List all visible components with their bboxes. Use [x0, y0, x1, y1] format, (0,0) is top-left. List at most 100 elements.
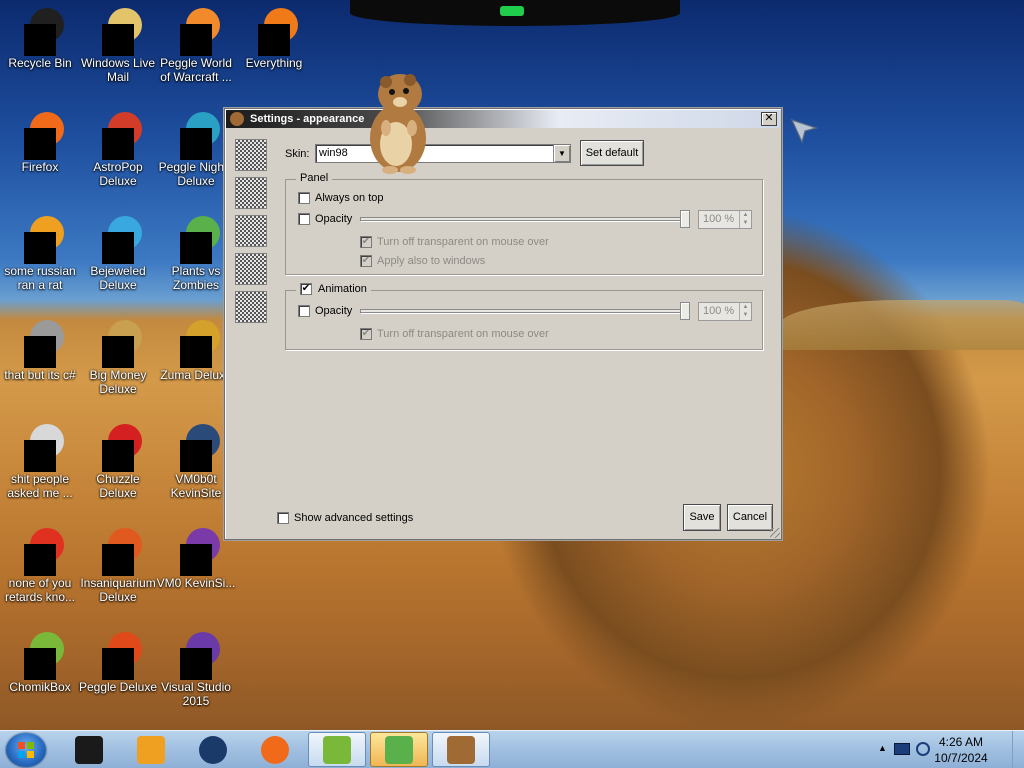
save-button[interactable]: Save: [683, 504, 721, 531]
task-chomikbox-icon: [323, 735, 351, 764]
task-terminal-icon: [75, 735, 103, 764]
nav-strip: [235, 139, 269, 329]
always-on-top-label: Always on top: [315, 192, 384, 204]
desktop-app-icon: [16, 630, 64, 680]
panel-opacity-spinbox[interactable]: 100 % ▲ ▼: [698, 210, 752, 229]
task-firefox-icon: [261, 735, 289, 764]
animation-group: ✔ Animation Opacity 100 % ▲ ▼ ✔ Turn off …: [285, 283, 763, 350]
task-globe-icon: [199, 735, 227, 764]
animation-opacity-value: 100 %: [703, 305, 735, 317]
desktop-icon[interactable]: ChomikBox: [0, 630, 80, 694]
animation-checkbox[interactable]: ✔: [300, 283, 312, 295]
desktop-icon-label: Peggle Nights Deluxe: [158, 160, 234, 188]
show-desktop-button[interactable]: [1012, 731, 1024, 768]
skin-label: Skin:: [285, 148, 310, 160]
desktop-icon[interactable]: that but its c#: [0, 318, 80, 382]
mouse-cursor-icon: [790, 118, 818, 144]
desktop-icon-label: Visual Studio 2015: [161, 680, 231, 708]
desktop-icon[interactable]: Peggle World of Warcraft ...: [156, 6, 236, 84]
desktop-icon-label: Firefox: [21, 160, 59, 174]
window-title: Settings - appearance: [250, 113, 365, 125]
start-button[interactable]: [6, 733, 46, 767]
animation-opacity-spinbox[interactable]: 100 % ▲ ▼: [698, 302, 752, 321]
nav-tile-1[interactable]: [235, 139, 267, 171]
desktop-icon[interactable]: Bejeweled Deluxe: [78, 214, 158, 292]
desktop-icon[interactable]: AstroPop Deluxe: [78, 110, 158, 188]
window-titlebar[interactable]: Settings - appearance ✕: [226, 110, 780, 128]
desktop-app-icon: [94, 214, 142, 264]
nav-tile-2[interactable]: [235, 177, 267, 209]
panel-group: Panel Always on top Opacity 100 % ▲ ▼ ✔ T…: [285, 172, 763, 275]
desktop-app-icon: [172, 422, 220, 472]
desktop-icon[interactable]: Windows Live Mail: [78, 6, 158, 84]
animation-opacity-checkbox[interactable]: [298, 305, 310, 317]
task-globe[interactable]: [184, 732, 242, 767]
desktop-icon[interactable]: Insaniquarium Deluxe: [78, 526, 158, 604]
cancel-button[interactable]: Cancel: [727, 504, 773, 531]
skin-select[interactable]: win98 ▼: [315, 144, 571, 163]
animation-opacity-slider-track[interactable]: [360, 309, 688, 313]
panel-turn-off-checkbox[interactable]: ✔: [360, 236, 372, 248]
desktop-app-icon: [250, 6, 298, 56]
task-settings-icon: [385, 735, 413, 764]
nav-tile-5[interactable]: [235, 291, 267, 323]
desktop-icon-label: Big Money Deluxe: [89, 368, 147, 396]
clock-date[interactable]: 10/7/2024: [926, 751, 996, 765]
desktop-icon[interactable]: none of you retards kno...: [0, 526, 80, 604]
tray-expand-icon[interactable]: ▲: [878, 743, 887, 753]
spin-arrows-icon[interactable]: ▲ ▼: [739, 303, 751, 320]
task-media-player[interactable]: [122, 732, 180, 767]
show-advanced-checkbox[interactable]: [277, 512, 289, 524]
desktop-icon[interactable]: some russian ran a rat: [0, 214, 80, 292]
desktop-icon-label: Zuma Deluxe: [160, 368, 232, 382]
desktop-icon[interactable]: Big Money Deluxe: [78, 318, 158, 396]
task-hamster-icon: [447, 735, 475, 764]
desktop-icon[interactable]: shit people asked me ...: [0, 422, 80, 500]
desktop-icon[interactable]: Recycle Bin: [0, 6, 80, 70]
settings-window: Settings - appearance ✕ Skin: win98 ▼ Se…: [224, 108, 782, 540]
desktop-icon-label: Peggle World of Warcraft ...: [160, 56, 232, 84]
desktop-app-icon: [94, 526, 142, 576]
panel-opacity-slider-thumb[interactable]: [680, 210, 690, 228]
close-button[interactable]: ✕: [761, 112, 777, 126]
task-hamster[interactable]: [432, 732, 490, 767]
desktop-icon[interactable]: Everything: [234, 6, 314, 70]
hamster-mascot-icon[interactable]: [360, 72, 440, 176]
apply-windows-label: Apply also to windows: [377, 255, 486, 267]
animation-turn-off-label: Turn off transparent on mouse over: [377, 328, 549, 340]
desktop-icon[interactable]: Visual Studio 2015: [156, 630, 236, 708]
desktop-app-icon: [172, 110, 220, 160]
desktop-icon[interactable]: Chuzzle Deluxe: [78, 422, 158, 500]
resize-grip-icon[interactable]: [770, 528, 780, 538]
clock-time[interactable]: 4:26 AM: [926, 735, 996, 749]
desktop-app-icon: [16, 214, 64, 264]
panel-opacity-checkbox[interactable]: [298, 213, 310, 225]
nav-tile-3[interactable]: [235, 215, 267, 247]
task-settings[interactable]: [370, 732, 428, 767]
panel-group-legend: Panel: [296, 172, 333, 184]
task-firefox[interactable]: [246, 732, 304, 767]
animation-opacity-slider-thumb[interactable]: [680, 302, 690, 320]
nav-tile-4[interactable]: [235, 253, 267, 285]
spin-arrows-icon[interactable]: ▲ ▼: [739, 211, 751, 228]
chevron-down-icon[interactable]: ▼: [553, 145, 570, 162]
desktop-icon-label: some russian ran a rat: [4, 264, 76, 292]
always-on-top-checkbox[interactable]: [298, 192, 310, 204]
task-terminal[interactable]: [60, 732, 118, 767]
desktop-app-icon: [94, 110, 142, 160]
apply-windows-checkbox[interactable]: ✔: [360, 255, 372, 267]
desktop-app-icon: [16, 6, 64, 56]
panel-opacity-slider-track[interactable]: [360, 217, 688, 221]
panel-opacity-label: Opacity: [315, 213, 353, 225]
desktop-icon[interactable]: Firefox: [0, 110, 80, 174]
animation-turn-off-checkbox[interactable]: ✔: [360, 328, 372, 340]
task-chomikbox[interactable]: [308, 732, 366, 767]
set-default-button[interactable]: Set default: [580, 140, 644, 166]
desktop-icon-label: Peggle Deluxe: [78, 680, 158, 694]
desktop-icon-label: VM0b0t KevinSite: [170, 472, 222, 500]
desktop-icon-label: Recycle Bin: [8, 56, 72, 70]
network-icon[interactable]: [894, 743, 910, 755]
desktop-icon[interactable]: Peggle Deluxe: [78, 630, 158, 694]
desktop-icon-label: Plants vs Zombies: [171, 264, 221, 292]
desktop-icon-label: ChomikBox: [9, 680, 71, 694]
